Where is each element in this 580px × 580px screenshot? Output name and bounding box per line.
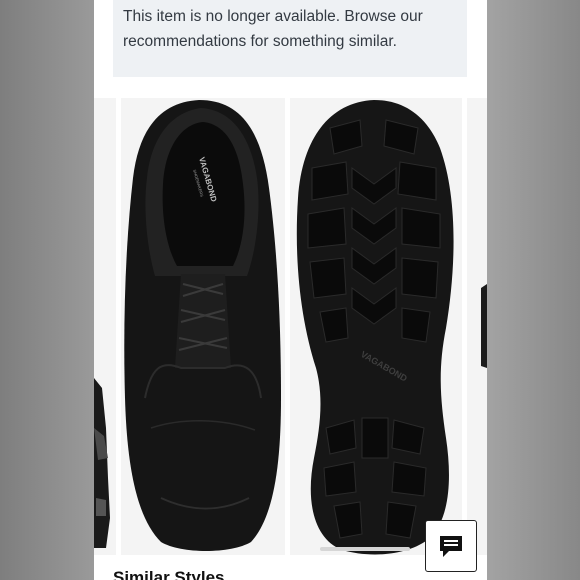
unavailable-notice: This item is no longer available. Browse… (113, 0, 467, 77)
product-page: This item is no longer available. Browse… (94, 0, 487, 580)
carousel-slide-next[interactable] (467, 98, 487, 555)
notice-line-2: recommendations for something similar. (123, 33, 397, 50)
product-image-carousel[interactable]: VAGABOND SHOEMAKERS VAGABOND (94, 98, 487, 555)
notice-line-1: This item is no longer available. Browse… (123, 8, 423, 25)
chat-bubble-icon (440, 536, 462, 557)
carousel-slide-shoe-sole[interactable]: VAGABOND (290, 98, 462, 555)
shoe-top-view-image: VAGABOND SHOEMAKERS (124, 100, 281, 551)
carousel-slide-shoe-top[interactable]: VAGABOND SHOEMAKERS (121, 98, 285, 555)
carousel-slide-previous[interactable] (94, 98, 116, 555)
blurred-backdrop-right (487, 0, 580, 580)
similar-styles-heading: Similar Styles (113, 568, 225, 580)
shoe-sole-image: VAGABOND (296, 100, 454, 555)
chat-button[interactable] (425, 520, 477, 572)
carousel-scroll-indicator[interactable] (320, 547, 410, 551)
blurred-backdrop-left (0, 0, 94, 580)
